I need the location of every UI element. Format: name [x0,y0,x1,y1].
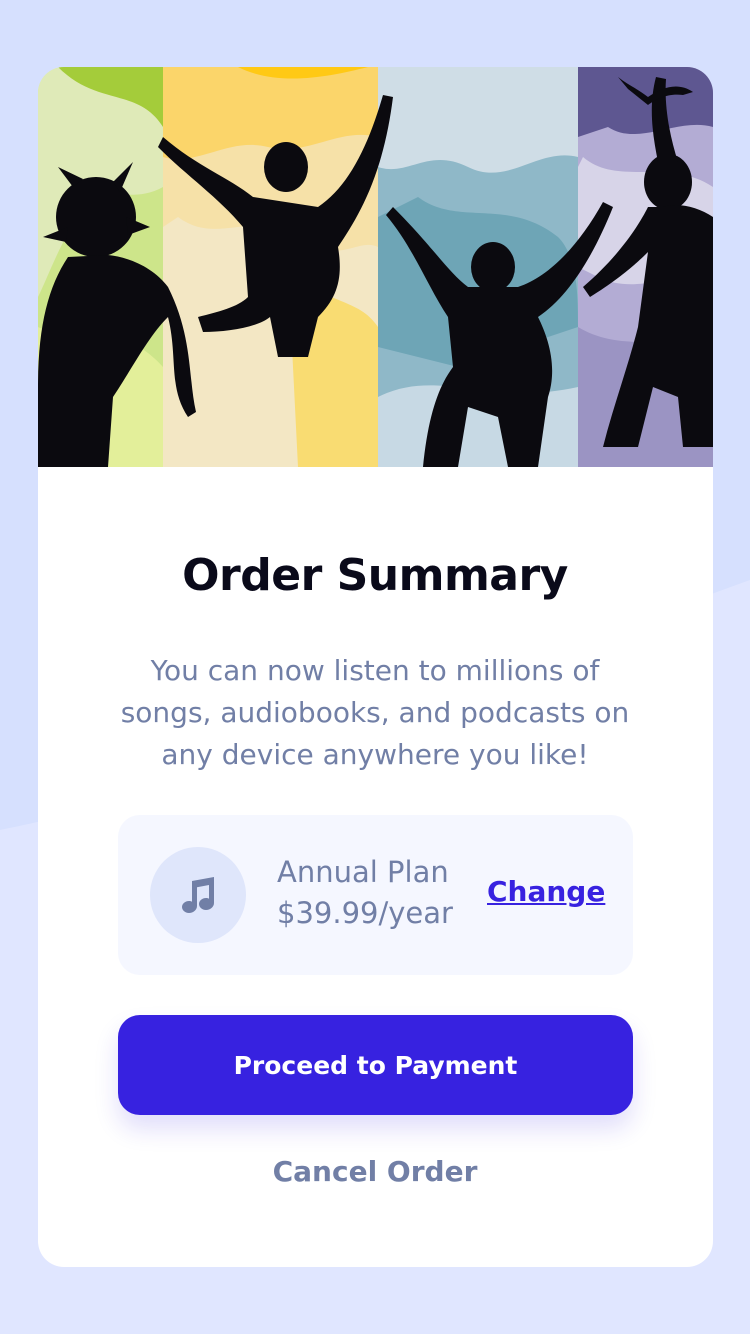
page-title: Order Summary [182,550,568,601]
music-note-icon [150,847,246,943]
plan-details: Annual Plan $39.99/year Change [118,815,633,975]
plan-price: $39.99/year [277,896,453,930]
cancel-order-button[interactable]: Cancel Order [0,1155,750,1188]
hero-illustration [38,67,713,467]
change-plan-link[interactable]: Change [487,875,605,908]
plan-name: Annual Plan [277,855,449,889]
proceed-to-payment-button[interactable]: Proceed to Payment [118,1015,633,1115]
summary-description: You can now listen to millions of songs,… [120,654,630,771]
